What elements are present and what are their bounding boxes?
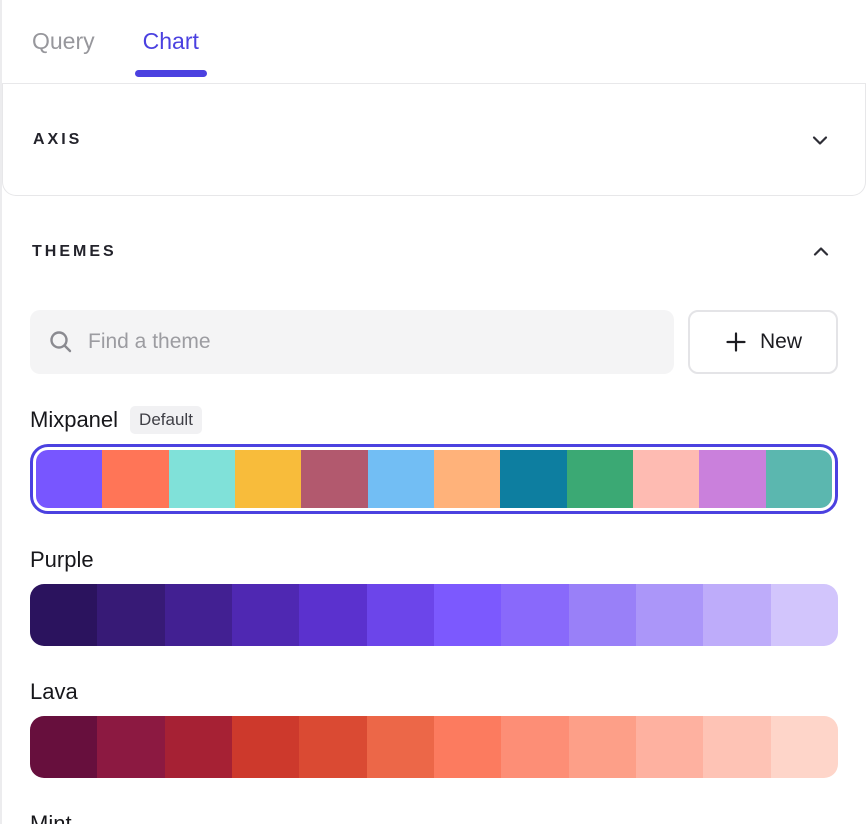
color-swatch bbox=[102, 450, 168, 508]
color-swatch bbox=[301, 450, 367, 508]
tab-chart[interactable]: Chart bbox=[143, 0, 199, 84]
color-swatch bbox=[501, 716, 568, 778]
color-swatch bbox=[569, 584, 636, 646]
color-swatch bbox=[232, 584, 299, 646]
axis-section-title: AXIS bbox=[33, 131, 82, 149]
theme-name: Lava bbox=[30, 679, 78, 705]
new-theme-button-label: New bbox=[760, 330, 802, 354]
tab-query[interactable]: Query bbox=[32, 0, 95, 84]
color-swatch bbox=[569, 716, 636, 778]
color-swatch bbox=[232, 716, 299, 778]
color-swatch bbox=[30, 584, 97, 646]
color-swatch bbox=[434, 584, 501, 646]
color-swatch bbox=[500, 450, 566, 508]
tab-chart-label: Chart bbox=[143, 28, 199, 55]
theme-label-row: Mint bbox=[30, 810, 838, 824]
theme-finder-row: New bbox=[30, 310, 838, 374]
theme-list: Mixpanel Default Purple Lava Mint bbox=[30, 406, 838, 824]
color-swatch bbox=[633, 450, 699, 508]
color-swatch bbox=[299, 584, 366, 646]
color-swatch bbox=[36, 450, 102, 508]
theme-item-mixpanel: Mixpanel Default bbox=[30, 406, 838, 514]
color-swatch bbox=[299, 716, 366, 778]
tab-query-label: Query bbox=[32, 28, 95, 55]
default-badge: Default bbox=[130, 406, 202, 434]
theme-name: Mint bbox=[30, 811, 72, 824]
theme-label-row: Lava bbox=[30, 678, 838, 706]
theme-item-purple: Purple bbox=[30, 546, 838, 646]
color-swatch bbox=[699, 450, 765, 508]
color-swatch bbox=[235, 450, 301, 508]
color-swatch bbox=[636, 584, 703, 646]
color-swatch bbox=[97, 584, 164, 646]
chart-settings-panel: Query Chart AXIS THEMES bbox=[0, 0, 866, 824]
color-swatch bbox=[97, 716, 164, 778]
color-swatch bbox=[703, 584, 770, 646]
theme-swatch-row-lava[interactable] bbox=[30, 716, 838, 778]
color-swatch bbox=[567, 450, 633, 508]
color-swatch bbox=[434, 450, 500, 508]
color-swatch bbox=[703, 716, 770, 778]
tabbar: Query Chart bbox=[2, 0, 866, 84]
color-swatch bbox=[165, 584, 232, 646]
color-swatch bbox=[434, 716, 501, 778]
color-swatch bbox=[169, 450, 235, 508]
themes-section-title: THEMES bbox=[32, 243, 117, 261]
theme-search-input[interactable] bbox=[88, 330, 656, 354]
search-icon bbox=[48, 329, 74, 355]
chevron-down-icon[interactable] bbox=[809, 129, 831, 151]
theme-item-lava: Lava bbox=[30, 678, 838, 778]
selected-theme-ring[interactable] bbox=[30, 444, 838, 514]
theme-name: Mixpanel bbox=[30, 407, 118, 433]
new-theme-button[interactable]: New bbox=[688, 310, 838, 374]
color-swatch bbox=[368, 450, 434, 508]
color-swatch bbox=[30, 716, 97, 778]
color-swatch bbox=[501, 584, 568, 646]
color-swatch bbox=[367, 716, 434, 778]
themes-section: THEMES New Mixpanel Default Purple Lava Mint bbox=[2, 196, 866, 824]
theme-swatch-row-mixpanel[interactable] bbox=[36, 450, 832, 508]
theme-search-box[interactable] bbox=[30, 310, 674, 374]
theme-item-mint: Mint bbox=[30, 810, 838, 824]
theme-label-row: Purple bbox=[30, 546, 838, 574]
color-swatch bbox=[165, 716, 232, 778]
chevron-up-icon[interactable] bbox=[810, 241, 832, 263]
themes-section-header[interactable]: THEMES bbox=[30, 196, 838, 308]
color-swatch bbox=[766, 450, 832, 508]
color-swatch bbox=[771, 716, 838, 778]
color-swatch bbox=[367, 584, 434, 646]
plus-icon bbox=[724, 330, 748, 354]
theme-label-row: Mixpanel Default bbox=[30, 406, 838, 434]
theme-swatch-row-purple[interactable] bbox=[30, 584, 838, 646]
active-tab-indicator bbox=[135, 70, 207, 77]
color-swatch bbox=[771, 584, 838, 646]
color-swatch bbox=[636, 716, 703, 778]
theme-name: Purple bbox=[30, 547, 94, 573]
axis-section-header[interactable]: AXIS bbox=[2, 84, 866, 196]
